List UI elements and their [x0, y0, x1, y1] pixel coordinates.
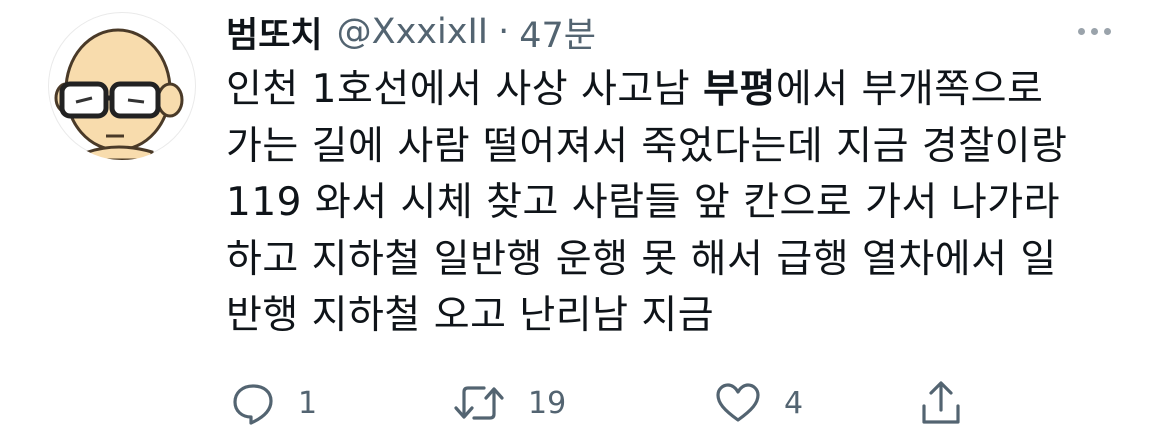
reply-count: 1: [298, 385, 318, 421]
tweet-card[interactable]: 범또치 @XxxixII · 47분 인천 1호선에서 사상 사고남 부평에서 …: [0, 0, 1170, 444]
like-button[interactable]: 4: [714, 374, 803, 432]
more-dots-icon[interactable]: [1070, 18, 1118, 44]
user-handle[interactable]: @XxxixII: [337, 12, 488, 52]
tweet-line-3: 119 와서 시체 찾고 사람들 앞 칸으로 가서 나가라: [226, 180, 1060, 225]
tweet-line-4: 하고 지하철 일반행 운행 못 해서 급행 열차에서 일: [226, 236, 1057, 282]
heart-icon: [716, 383, 760, 422]
retweet-icon: [454, 386, 504, 420]
timestamp[interactable]: 47분: [519, 7, 596, 58]
reply-button[interactable]: 1: [230, 374, 317, 432]
avatar[interactable]: [48, 12, 196, 160]
tweet-header: 범또치 @XxxixII · 47분: [226, 4, 596, 60]
retweet-count: 19: [528, 385, 567, 421]
like-count: 4: [784, 385, 804, 421]
share-upload-icon: [922, 381, 960, 424]
separator-dot: ·: [498, 12, 510, 52]
tweet-line-1: 인천 1호선에서 사상 사고남 부평에서 부개쪽으로: [226, 67, 1044, 112]
tweet-text: 인천 1호선에서 사상 사고남 부평에서 부개쪽으로 가는 길에 사람 떨어져서…: [226, 62, 1126, 345]
reply-bubble-icon: [233, 384, 273, 425]
tweet-line-5: 반행 지하철 오고 난리남 지금: [226, 293, 715, 338]
tweet-actions: 1 19 4: [226, 374, 986, 432]
tweet-line-2: 가는 길에 사람 떨어져서 죽었다는데 지금 경찰이랑: [226, 123, 1068, 169]
highlighted-term: 부평: [703, 67, 776, 112]
avatar-image: [54, 28, 184, 160]
display-name[interactable]: 범또치: [226, 7, 323, 58]
share-button[interactable]: [918, 374, 964, 432]
retweet-button[interactable]: 19: [452, 374, 566, 432]
